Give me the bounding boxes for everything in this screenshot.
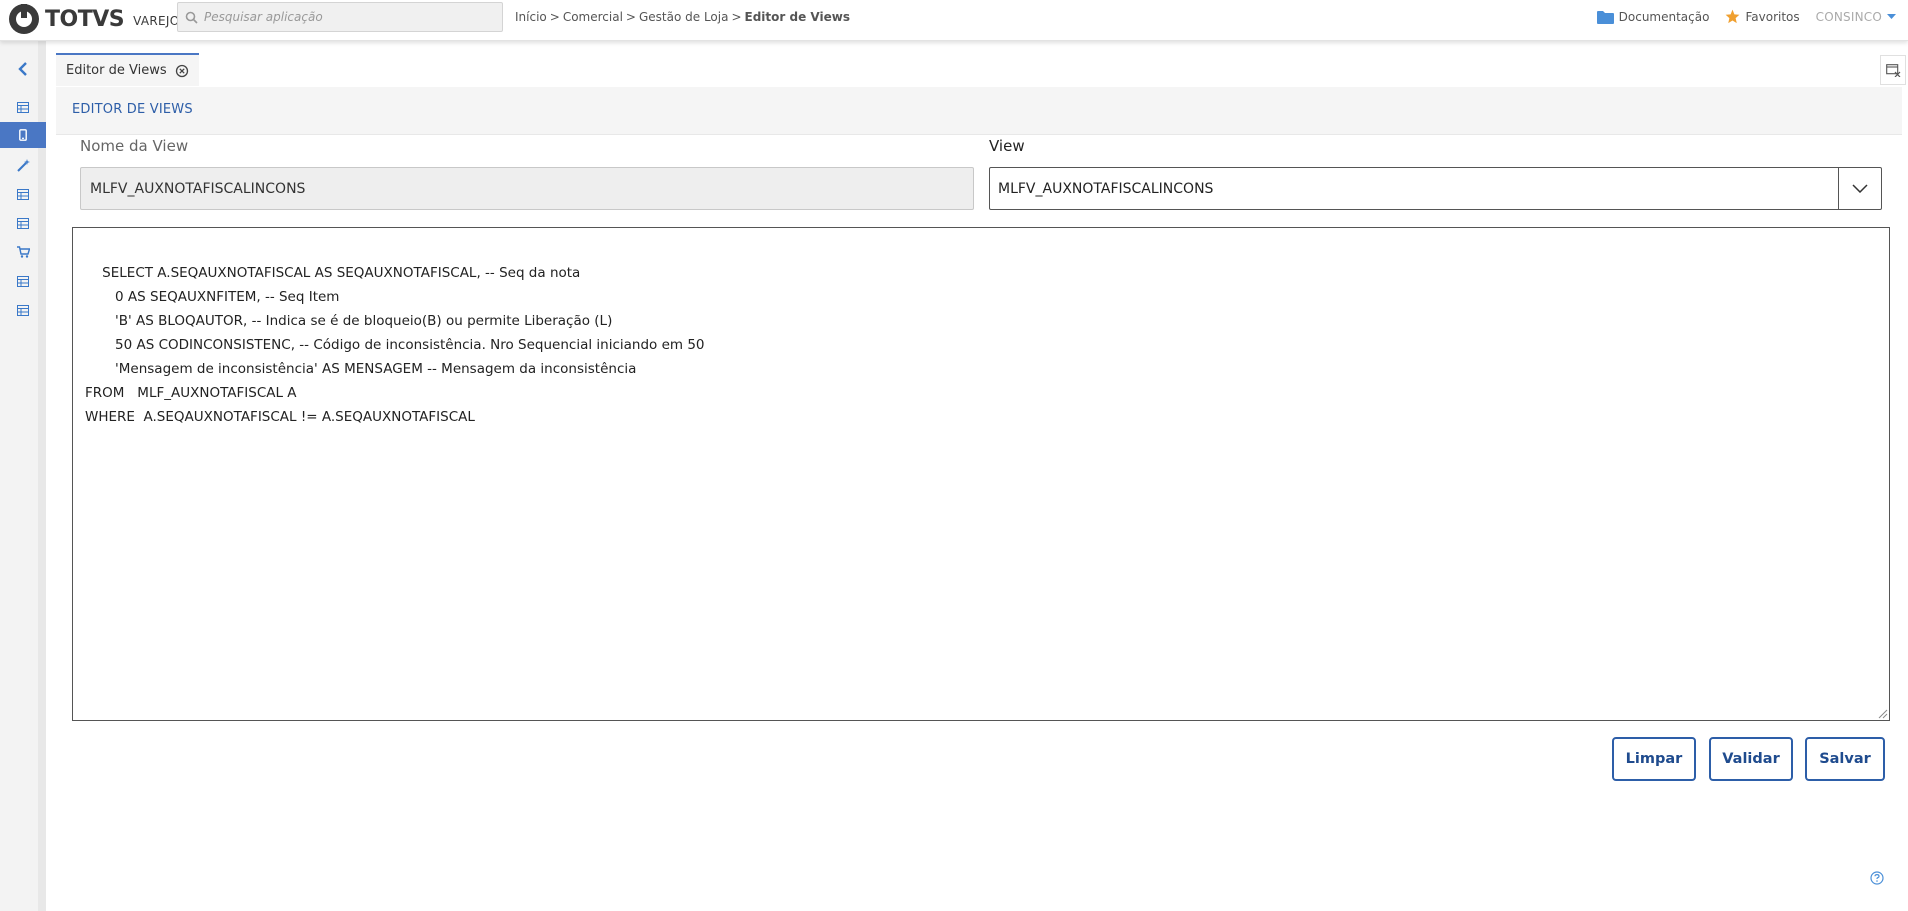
window-close-icon <box>1885 64 1900 77</box>
sidebar <box>0 41 46 911</box>
table-icon <box>17 101 29 113</box>
breadcrumb-current: Editor de Views <box>744 10 850 24</box>
favoritos-link[interactable]: Favoritos <box>1725 9 1800 24</box>
favoritos-label: Favoritos <box>1745 9 1800 24</box>
logo-text: TOTVS <box>45 6 125 32</box>
breadcrumb-separator: > <box>549 10 560 24</box>
page-title: EDITOR DE VIEWS <box>72 102 193 117</box>
folder-icon <box>1596 10 1614 24</box>
search-icon <box>178 3 204 31</box>
totvs-logo[interactable]: TOTVS VAREJO <box>9 3 179 35</box>
sidebar-item-1[interactable] <box>0 94 46 120</box>
limpar-button[interactable]: Limpar <box>1612 737 1696 781</box>
resize-grip-icon[interactable] <box>1878 709 1888 719</box>
nome-da-view-label: Nome da View <box>80 137 189 155</box>
logo-subtitle: VAREJO <box>133 13 180 28</box>
sidebar-item-magic[interactable] <box>0 152 46 178</box>
user-menu[interactable]: CONSINCO <box>1816 10 1896 24</box>
sidebar-item-4[interactable] <box>0 268 46 294</box>
magic-wand-icon <box>16 158 30 172</box>
tab-label: Editor de Views <box>66 63 167 78</box>
documentacao-label: Documentação <box>1618 9 1710 24</box>
sidebar-item-cart[interactable] <box>0 239 46 265</box>
chevron-down-icon <box>1852 184 1868 193</box>
breadcrumb: Início > Comercial > Gestão de Loja > Editor d… <box>515 10 850 24</box>
view-select-toggle[interactable] <box>1838 168 1881 209</box>
section-header: EDITOR DE VIEWS <box>56 87 1902 135</box>
breadcrumb-separator: > <box>625 10 636 24</box>
view-select-value: MLFV_AUXNOTAFISCALINCONS <box>998 180 1214 197</box>
sidebar-item-5[interactable] <box>0 297 46 323</box>
top-bar: TOTVS VAREJO Início>Comercial>Gestão de … <box>0 0 1908 41</box>
star-icon <box>1726 9 1740 24</box>
salvar-button[interactable]: Salvar <box>1805 737 1885 781</box>
chevron-left-icon <box>18 62 27 76</box>
sidebar-item-3[interactable] <box>0 210 46 236</box>
table-icon <box>17 188 29 200</box>
table-icon <box>17 217 29 229</box>
search-box[interactable] <box>177 2 503 32</box>
close-all-tabs-button[interactable] <box>1880 55 1906 85</box>
tab-editor-de-views[interactable]: Editor de Views <box>56 53 199 86</box>
nome-da-view-field: MLFV_AUXNOTAFISCALINCONS <box>80 167 974 210</box>
validar-button[interactable]: Validar <box>1709 737 1793 781</box>
breadcrumb-item-inicio[interactable]: Início <box>515 10 547 24</box>
documentacao-link[interactable]: Documentação <box>1596 9 1710 24</box>
search-input[interactable] <box>204 10 494 24</box>
table-icon <box>17 304 29 316</box>
table-icon <box>17 275 29 287</box>
close-circle-icon[interactable] <box>175 64 189 78</box>
breadcrumb-separator: > <box>731 10 742 24</box>
main-content: EDITOR DE VIEWS Nome da View MLFV_AUXNOT… <box>56 87 1902 911</box>
caret-down-icon <box>1887 13 1896 19</box>
view-label: View <box>989 137 1025 155</box>
sql-text: SELECT A.SEQAUXNOTAFISCAL AS SEQAUXNOTAF… <box>85 265 705 425</box>
mobile-icon <box>19 129 27 141</box>
breadcrumb-item-gestao-de-loja[interactable]: Gestão de Loja <box>639 10 728 24</box>
top-right-menu: Documentação Favoritos CONSINCO <box>1587 9 1896 24</box>
sidebar-item-mobile[interactable] <box>0 122 46 148</box>
totvs-logo-mark-icon <box>9 4 39 34</box>
view-select[interactable]: MLFV_AUXNOTAFISCALINCONS <box>989 167 1882 210</box>
tab-bar: Editor de Views <box>54 41 1908 87</box>
breadcrumb-item-comercial[interactable]: Comercial <box>563 10 623 24</box>
help-icon[interactable] <box>1870 871 1884 885</box>
sql-editor[interactable]: SELECT A.SEQAUXNOTAFISCAL AS SEQAUXNOTAF… <box>72 227 1890 721</box>
sidebar-item-2[interactable] <box>0 181 46 207</box>
user-name: CONSINCO <box>1815 9 1882 24</box>
sidebar-collapse-button[interactable] <box>0 56 46 82</box>
cart-icon <box>16 246 30 258</box>
